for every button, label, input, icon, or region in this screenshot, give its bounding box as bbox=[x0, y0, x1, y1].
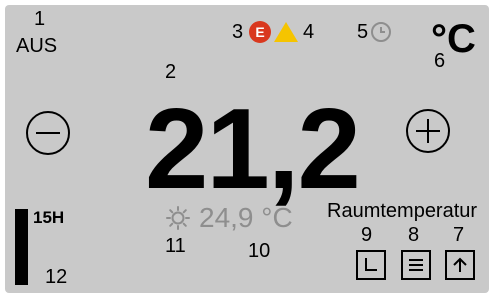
callout-1: 1 bbox=[34, 8, 46, 30]
room-temperature: 24,9 °C bbox=[199, 202, 293, 233]
callout-5: 5 bbox=[357, 21, 369, 43]
program-l-icon bbox=[365, 258, 377, 271]
menu-button[interactable] bbox=[401, 250, 431, 280]
mode-status: AUS bbox=[16, 35, 58, 57]
callout-4: 4 bbox=[303, 21, 315, 43]
error-e-icon[interactable]: E bbox=[249, 21, 271, 43]
program-button[interactable] bbox=[356, 250, 386, 280]
callout-10: 10 bbox=[248, 240, 271, 262]
callout-11: 11 bbox=[165, 235, 186, 257]
arrow-up-icon bbox=[453, 257, 467, 272]
plus-icon bbox=[416, 119, 440, 143]
room-temperature-label: Raumtemperatur bbox=[327, 200, 478, 222]
timer-bar bbox=[15, 209, 28, 285]
error-icon-letter: E bbox=[255, 24, 265, 40]
increase-button[interactable] bbox=[406, 109, 450, 153]
decrease-button[interactable] bbox=[26, 111, 70, 155]
callout-9: 9 bbox=[361, 224, 373, 246]
callout-3: 3 bbox=[232, 21, 244, 43]
menu-lines-icon bbox=[409, 259, 423, 271]
sun-icon bbox=[166, 206, 190, 235]
callout-2: 2 bbox=[165, 61, 177, 83]
thermostat-display: 1 AUS 2 3 E 4 5 °C 6 21,2 15H 12 24,9 °C… bbox=[5, 5, 489, 293]
up-button[interactable] bbox=[445, 250, 475, 280]
warning-triangle-icon[interactable] bbox=[273, 20, 299, 49]
minus-icon bbox=[36, 132, 60, 134]
callout-7: 7 bbox=[453, 224, 465, 246]
callout-6: 6 bbox=[434, 50, 446, 72]
setpoint-value: 21,2 bbox=[145, 86, 361, 213]
clock-icon[interactable] bbox=[369, 20, 393, 49]
timer-hours: 15H bbox=[33, 208, 65, 227]
callout-8: 8 bbox=[408, 224, 420, 246]
callout-12: 12 bbox=[45, 266, 68, 288]
